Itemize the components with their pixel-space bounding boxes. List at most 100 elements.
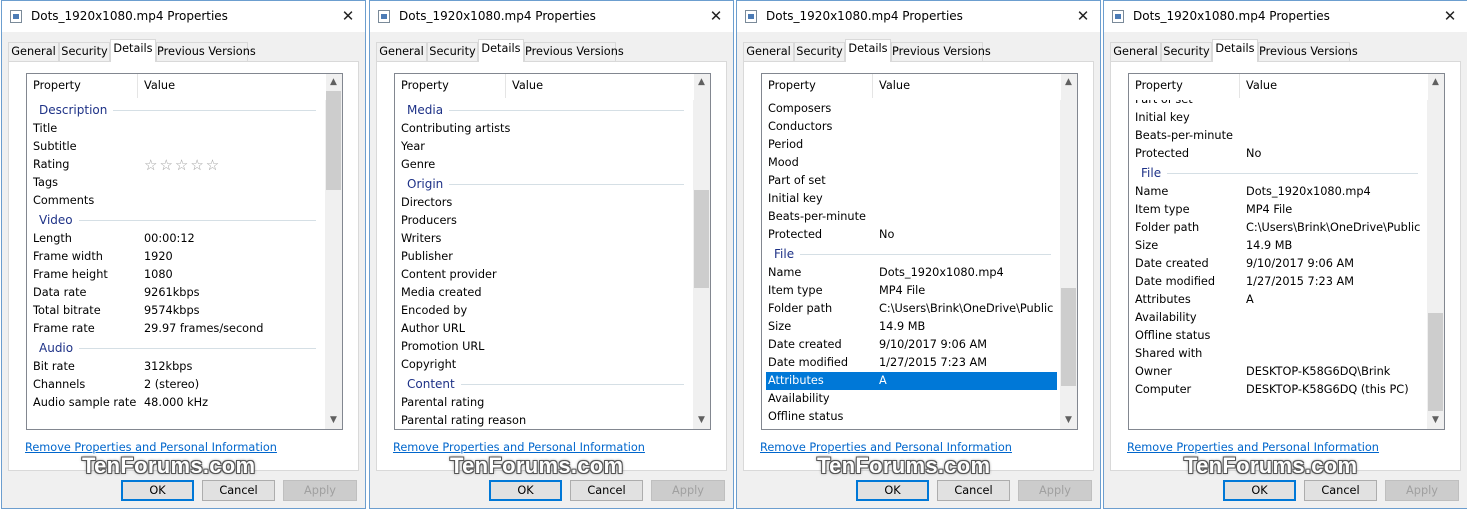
close-button[interactable]: ✕ [1433, 1, 1467, 32]
property-list[interactable]: Property Value Media Contributing artists… [394, 73, 711, 430]
vertical-scrollbar[interactable]: ▲ ▼ [693, 74, 710, 429]
scroll-up-arrow-icon[interactable]: ▲ [1427, 74, 1444, 91]
column-header-value[interactable]: Value [506, 74, 694, 98]
apply-button[interactable]: Apply [1018, 480, 1092, 501]
apply-button[interactable]: Apply [283, 480, 357, 501]
scroll-down-arrow-icon[interactable]: ▼ [1060, 412, 1077, 429]
scroll-up-arrow-icon[interactable]: ▲ [1060, 74, 1077, 91]
property-row[interactable]: Mood [762, 154, 1061, 172]
property-row[interactable]: Rating ☆☆☆☆☆ [27, 156, 326, 174]
tab-previous-versions[interactable]: Previous Versions [524, 42, 624, 61]
cancel-button[interactable]: Cancel [937, 480, 1010, 501]
property-row[interactable]: Attributes A [1129, 291, 1428, 309]
property-row[interactable]: Initial key [762, 190, 1061, 208]
rating-stars[interactable]: ☆☆☆☆☆ [144, 156, 221, 174]
vertical-scrollbar[interactable]: ▲ ▼ [325, 74, 342, 429]
property-row[interactable]: Date created 9/10/2017 9:06 AM [762, 336, 1061, 354]
cancel-button[interactable]: Cancel [1304, 480, 1377, 501]
property-row[interactable]: Producers [395, 212, 694, 230]
tab-details[interactable]: Details [845, 39, 891, 62]
property-row[interactable]: Audio sample rate 48.000 kHz [27, 394, 326, 412]
tab-general[interactable]: General [743, 42, 794, 61]
property-row[interactable]: Subtitle [27, 138, 326, 156]
tab-security[interactable]: Security [794, 42, 845, 61]
column-header-value[interactable]: Value [1240, 74, 1428, 98]
property-row[interactable]: Channels 2 (stereo) [27, 376, 326, 394]
tab-previous-versions[interactable]: Previous Versions [1258, 42, 1358, 61]
property-row[interactable]: Item type MP4 File [1129, 201, 1428, 219]
ok-button[interactable]: OK [1223, 480, 1296, 501]
tab-general[interactable]: General [1110, 42, 1161, 61]
property-row[interactable]: Comments [27, 192, 326, 210]
tab-security[interactable]: Security [59, 42, 110, 61]
property-row[interactable]: Name Dots_1920x1080.mp4 [762, 264, 1061, 282]
close-button[interactable]: ✕ [699, 1, 733, 32]
column-header-property[interactable]: Property [395, 74, 506, 98]
property-row[interactable]: Offline status [762, 408, 1061, 426]
tab-details[interactable]: Details [478, 39, 524, 62]
column-header-property[interactable]: Property [1129, 74, 1240, 98]
property-row[interactable]: Tags [27, 174, 326, 192]
title-bar[interactable]: Dots_1920x1080.mp4 Properties ✕ [370, 1, 733, 32]
scroll-up-arrow-icon[interactable]: ▲ [693, 74, 710, 91]
column-header-property[interactable]: Property [762, 74, 873, 98]
property-row[interactable]: Data rate 9261kbps [27, 284, 326, 302]
property-row[interactable]: Parental rating [395, 394, 694, 412]
property-row[interactable]: Date modified 1/27/2015 7:23 AM [1129, 273, 1428, 291]
property-row[interactable]: Frame height 1080 [27, 266, 326, 284]
property-row[interactable]: Genre [395, 156, 694, 174]
property-row[interactable]: Title [27, 120, 326, 138]
tab-security[interactable]: Security [1161, 42, 1212, 61]
property-row[interactable]: Contributing artists [395, 120, 694, 138]
scroll-down-arrow-icon[interactable]: ▼ [693, 412, 710, 429]
column-header-value[interactable]: Value [138, 74, 326, 98]
vertical-scrollbar[interactable]: ▲ ▼ [1060, 74, 1077, 429]
property-row[interactable]: Folder path C:\Users\Brink\OneDrive\Publi… [762, 300, 1061, 318]
scroll-down-arrow-icon[interactable]: ▼ [1427, 412, 1444, 429]
ok-button[interactable]: OK [121, 480, 194, 501]
property-row[interactable]: Beats-per-minute [762, 208, 1061, 226]
property-row[interactable]: Promotion URL [395, 338, 694, 356]
property-row[interactable]: Beats-per-minute [1129, 127, 1428, 145]
property-list[interactable]: Property Value Composers Conductors Period… [761, 73, 1078, 430]
property-row[interactable]: Attributes A [766, 372, 1057, 390]
scroll-thumb[interactable] [1428, 313, 1443, 411]
column-header-value[interactable]: Value [873, 74, 1061, 98]
scroll-thumb[interactable] [1061, 288, 1076, 386]
property-row[interactable]: Availability [1129, 309, 1428, 327]
property-row[interactable]: Frame rate 29.97 frames/second [27, 320, 326, 338]
tab-previous-versions[interactable]: Previous Versions [156, 42, 256, 61]
property-row[interactable]: Directors [395, 194, 694, 212]
property-row[interactable]: Shared with [1129, 345, 1428, 363]
ok-button[interactable]: OK [489, 480, 562, 501]
property-row[interactable]: Total bitrate 9574kbps [27, 302, 326, 320]
property-row[interactable]: Initial key [1129, 109, 1428, 127]
property-row[interactable]: Parental rating reason [395, 412, 694, 429]
property-row[interactable]: Part of set [762, 172, 1061, 190]
tab-details[interactable]: Details [1212, 39, 1258, 62]
property-row[interactable]: Publisher [395, 248, 694, 266]
title-bar[interactable]: Dots_1920x1080.mp4 Properties ✕ [2, 1, 365, 32]
tab-previous-versions[interactable]: Previous Versions [891, 42, 991, 61]
property-row[interactable]: Protected No [1129, 145, 1428, 163]
property-row[interactable]: Item type MP4 File [762, 282, 1061, 300]
property-row[interactable]: Encoded by [395, 302, 694, 320]
property-row[interactable]: Part of set [1129, 100, 1428, 109]
property-row[interactable]: Owner DESKTOP-K58G6DQ\Brink [1129, 363, 1428, 381]
property-row[interactable]: Composers [762, 100, 1061, 118]
property-row[interactable]: Folder path C:\Users\Brink\OneDrive\Publi… [1129, 219, 1428, 237]
tab-details[interactable]: Details [110, 39, 156, 62]
property-row[interactable]: Protected No [762, 226, 1061, 244]
tab-general[interactable]: General [376, 42, 427, 61]
property-row[interactable]: Year [395, 138, 694, 156]
property-row[interactable]: Length 00:00:12 [27, 230, 326, 248]
apply-button[interactable]: Apply [1385, 480, 1459, 501]
property-row[interactable]: Content provider [395, 266, 694, 284]
property-row[interactable]: Frame width 1920 [27, 248, 326, 266]
close-button[interactable]: ✕ [331, 1, 365, 32]
cancel-button[interactable]: Cancel [202, 480, 275, 501]
property-row[interactable]: Size 14.9 MB [762, 318, 1061, 336]
property-row[interactable]: Period [762, 136, 1061, 154]
property-list[interactable]: Property Value Part of set Initial key Bea… [1128, 73, 1445, 430]
title-bar[interactable]: Dots_1920x1080.mp4 Properties ✕ [737, 1, 1100, 32]
